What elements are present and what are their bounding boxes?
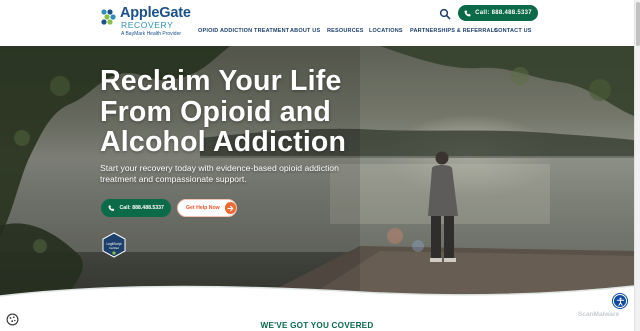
logo-mark-icon bbox=[101, 9, 116, 25]
nav-contact-us[interactable]: CONTACT US bbox=[494, 27, 532, 35]
logo-subtitle: RECOVERY bbox=[121, 20, 174, 30]
logo[interactable]: AppleGate RECOVERY A BayMark Health Prov… bbox=[100, 6, 195, 40]
get-help-now-button[interactable]: Get Help Now bbox=[177, 199, 237, 217]
phone-icon bbox=[464, 10, 471, 16]
nav-resources[interactable]: RESOURCES bbox=[327, 27, 364, 35]
scrollbar-thumb[interactable] bbox=[636, 2, 640, 46]
hero-subtitle: Start your recovery today with evidence-… bbox=[100, 163, 339, 184]
header-call-label: Call: 888.488.5337 bbox=[475, 10, 532, 16]
hero-call-label: Call: 888.488.5337 bbox=[119, 205, 164, 211]
logo-name: AppleGate bbox=[120, 5, 191, 21]
nav-partnerships-referrals[interactable]: PARTNERSHIPS & REFERRALS bbox=[410, 27, 498, 35]
site-header: AppleGate RECOVERY A BayMark Health Prov… bbox=[0, 0, 634, 46]
legitscript-badge[interactable]: LegitScript Certified bbox=[101, 232, 127, 258]
nav-opioid-treatment[interactable]: OPIOID ADDICTION TREATMENT bbox=[198, 27, 289, 35]
hero-wave-divider bbox=[0, 285, 634, 306]
scanmalware-label: ScanMalware bbox=[578, 311, 620, 318]
section-heading: WE'VE GOT YOU COVERED bbox=[260, 321, 374, 330]
arrow-right-icon bbox=[224, 202, 236, 214]
page-scrollbar[interactable] bbox=[634, 0, 640, 331]
nav-about-us[interactable]: ABOUT US bbox=[290, 27, 320, 35]
accessibility-button[interactable] bbox=[613, 294, 627, 308]
accessibility-icon bbox=[616, 297, 624, 306]
nav-locations[interactable]: LOCATIONS bbox=[369, 27, 403, 35]
logo-tagline: A BayMark Health Provider bbox=[121, 31, 182, 37]
hero-title: Reclaim Your Life From Opioid and Alcoho… bbox=[100, 65, 347, 158]
search-icon[interactable] bbox=[439, 8, 451, 20]
phone-icon bbox=[108, 205, 115, 211]
hero-section: Reclaim Your Life From Opioid and Alcoho… bbox=[0, 46, 634, 302]
legitscript-badge-line1: LegitScript bbox=[106, 242, 121, 246]
hero-call-button[interactable]: Call: 888.488.5337 bbox=[101, 199, 171, 217]
header-call-button[interactable]: Call: 888.488.5337 bbox=[458, 5, 538, 21]
get-help-now-label: Get Help Now bbox=[186, 205, 220, 211]
legitscript-badge-line2: Certified bbox=[109, 246, 119, 250]
scanmalware-badge[interactable]: ScanMalware bbox=[578, 311, 619, 318]
